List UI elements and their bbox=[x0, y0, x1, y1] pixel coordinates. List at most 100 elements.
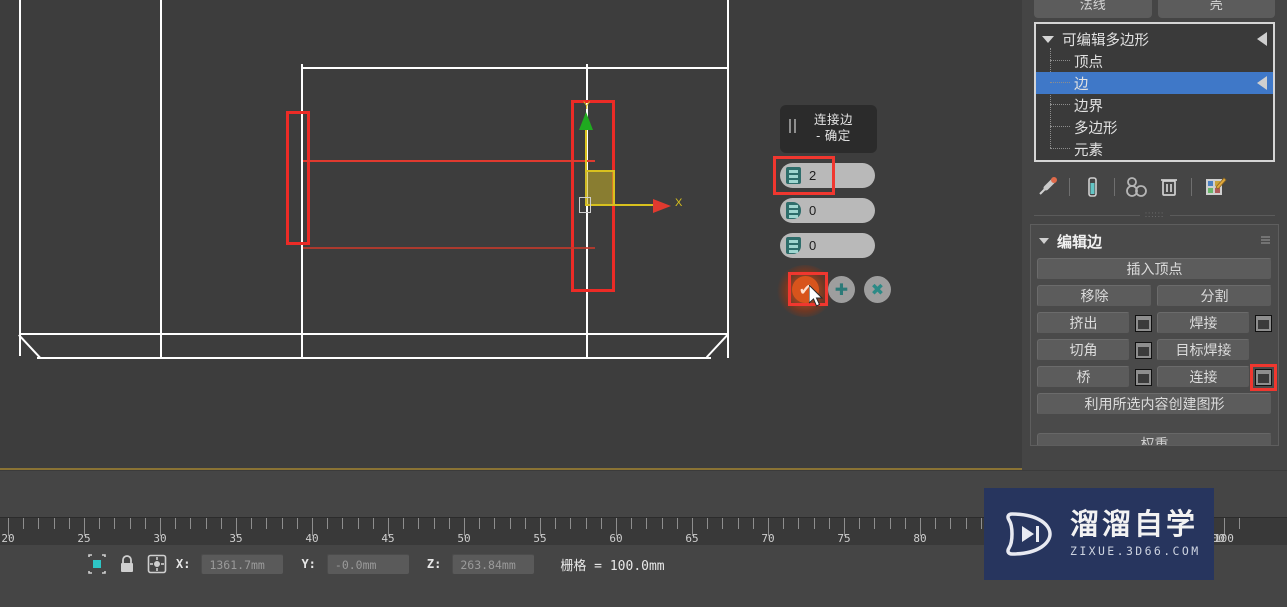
pinch-icon bbox=[786, 202, 801, 219]
wireframe-edge bbox=[18, 334, 41, 358]
caret-left-icon[interactable] bbox=[1257, 32, 1267, 46]
ruler-tick bbox=[68, 518, 70, 529]
chevron-down-icon[interactable] bbox=[1042, 35, 1054, 43]
ruler-label: 55 bbox=[533, 532, 547, 545]
rollout-row: 移除 分割 bbox=[1037, 285, 1272, 307]
weld-button[interactable]: 焊接 bbox=[1157, 312, 1250, 334]
ruler-tick bbox=[980, 518, 982, 529]
ruler-label: 45 bbox=[381, 532, 395, 545]
x-coordinate-field[interactable]: 1361.7mm bbox=[201, 554, 284, 574]
create-shape-from-selection-button[interactable]: 利用所选内容创建图形 bbox=[1037, 393, 1272, 415]
slide-icon bbox=[786, 237, 801, 254]
segments-spinner[interactable]: 2 bbox=[780, 163, 875, 188]
sub-object-vertex[interactable]: 顶点 bbox=[1036, 50, 1273, 72]
modifier-button-shell[interactable]: 壳 bbox=[1157, 0, 1275, 18]
sub-object-element[interactable]: 元素 bbox=[1036, 138, 1273, 160]
pin-stack-icon[interactable] bbox=[1034, 175, 1060, 199]
ruler-tick bbox=[813, 518, 815, 529]
sub-object-polygon[interactable]: 多边形 bbox=[1036, 116, 1273, 138]
bridge-button[interactable]: 桥 bbox=[1037, 366, 1130, 388]
rollout-header[interactable]: 编辑边 bbox=[1037, 229, 1272, 253]
selection-lock-icon[interactable] bbox=[86, 553, 108, 575]
sub-object-border[interactable]: 边界 bbox=[1036, 94, 1273, 116]
connect-settings-icon[interactable] bbox=[1250, 363, 1277, 391]
annotation-rect-left bbox=[286, 111, 310, 245]
transform-gizmo[interactable]: Y X bbox=[575, 100, 695, 220]
lock-icon[interactable] bbox=[116, 553, 138, 575]
modifier-stack-root[interactable]: 可编辑多边形 bbox=[1036, 28, 1273, 50]
ruler-tick bbox=[585, 518, 587, 529]
ruler-tick bbox=[281, 518, 283, 529]
annotation-line-bottom bbox=[303, 247, 595, 249]
ruler-tick bbox=[889, 518, 891, 529]
gizmo-y-arrow-icon[interactable] bbox=[579, 112, 593, 130]
modifier-stack[interactable]: 可编辑多边形 顶点 边 边界 多边形 元素 bbox=[1034, 22, 1275, 162]
extrude-settings-icon[interactable] bbox=[1135, 314, 1152, 332]
edit-edges-rollout: 编辑边 插入顶点 移除 分割 挤出 焊接 切角 目标焊接 桥 连接 利用所选内容… bbox=[1030, 224, 1279, 446]
configure-modifier-sets-icon[interactable] bbox=[1201, 175, 1227, 199]
ruler-label: 35 bbox=[229, 532, 243, 545]
x-axis-label: X: bbox=[176, 557, 191, 571]
connect-edges-caddy[interactable]: 连接边 - 确定 2 0 0 ✔ ✚ ✖ bbox=[773, 105, 892, 317]
remove-button[interactable]: 移除 bbox=[1037, 285, 1152, 307]
viewport[interactable]: Y X 连接边 - 确定 2 0 0 ✔ ✚ ✖ bbox=[0, 0, 1022, 470]
chamfer-settings-icon[interactable] bbox=[1135, 341, 1152, 359]
z-coordinate-field[interactable]: 263.84mm bbox=[452, 554, 535, 574]
chamfer-button[interactable]: 切角 bbox=[1037, 339, 1130, 361]
toolbar-separator bbox=[1191, 178, 1192, 196]
panel-divider: :::::: bbox=[1034, 210, 1275, 220]
ruler-tick bbox=[570, 518, 572, 529]
target-weld-button[interactable]: 目标焊接 bbox=[1157, 339, 1250, 361]
pinch-value: 0 bbox=[809, 203, 817, 218]
viewport-active-border bbox=[0, 468, 1022, 470]
ruler-tick bbox=[296, 518, 298, 529]
gizmo-x-arrow-icon[interactable] bbox=[653, 199, 671, 213]
rollout-row: 挤出 焊接 bbox=[1037, 312, 1272, 334]
caret-left-icon[interactable] bbox=[1257, 76, 1267, 90]
make-unique-icon[interactable] bbox=[1124, 175, 1150, 199]
ruler-label: 20 bbox=[1, 532, 15, 545]
apply-button[interactable]: ✚ bbox=[828, 276, 855, 303]
ruler-label: 70 bbox=[761, 532, 775, 545]
weld-settings-icon[interactable] bbox=[1255, 314, 1272, 332]
rollout-row: 切角 目标焊接 bbox=[1037, 339, 1272, 361]
caddy-drag-handle-icon[interactable] bbox=[789, 119, 796, 133]
slide-spinner[interactable]: 0 bbox=[780, 233, 875, 258]
y-coordinate-field[interactable]: -0.0mm bbox=[326, 554, 409, 574]
ruler-tick bbox=[646, 518, 648, 529]
cancel-button[interactable]: ✖ bbox=[864, 276, 891, 303]
wireframe-edge bbox=[19, 333, 729, 335]
split-button[interactable]: 分割 bbox=[1157, 285, 1272, 307]
rollout-cut-off-row: 权重 bbox=[1037, 433, 1272, 445]
pinch-spinner[interactable]: 0 bbox=[780, 198, 875, 223]
divider-grip-icon[interactable]: :::::: bbox=[1139, 210, 1170, 220]
insert-vertex-button[interactable]: 插入顶点 bbox=[1037, 258, 1272, 280]
3dsmax-window: Y X 连接边 - 确定 2 0 0 ✔ ✚ ✖ 法线 壳 可编辑多边形 顶点 … bbox=[0, 0, 1287, 607]
rollout-title: 编辑边 bbox=[1057, 233, 1103, 251]
ruler-tick bbox=[1239, 518, 1241, 529]
ruler-tick bbox=[403, 518, 405, 529]
absolute-mode-icon[interactable] bbox=[146, 553, 168, 575]
ruler-tick bbox=[783, 518, 785, 529]
bridge-settings-icon[interactable] bbox=[1135, 368, 1152, 386]
show-end-result-icon[interactable] bbox=[1079, 175, 1105, 199]
ruler-tick bbox=[722, 518, 724, 529]
ruler-tick bbox=[859, 518, 861, 529]
ruler-tick bbox=[631, 518, 633, 529]
gizmo-center-handle[interactable] bbox=[579, 197, 591, 213]
sub-object-edge[interactable]: 边 bbox=[1036, 72, 1273, 94]
ruler-tick bbox=[418, 518, 420, 529]
extrude-button[interactable]: 挤出 bbox=[1037, 312, 1130, 334]
ruler-tick bbox=[707, 518, 709, 529]
wireframe-edge bbox=[706, 334, 729, 358]
ruler-tick bbox=[752, 518, 754, 529]
weight-label[interactable]: 权重 bbox=[1037, 433, 1272, 445]
remove-modifier-icon[interactable] bbox=[1156, 175, 1182, 199]
watermark-subtitle: ZIXUE.3D66.COM bbox=[1070, 543, 1201, 558]
wireframe-edge bbox=[301, 67, 728, 69]
connect-button[interactable]: 连接 bbox=[1157, 366, 1250, 388]
ruler-label: 30 bbox=[153, 532, 167, 545]
modifier-button-normal[interactable]: 法线 bbox=[1034, 0, 1152, 18]
ruler-label: 25 bbox=[77, 532, 91, 545]
chevron-down-icon[interactable] bbox=[1039, 238, 1049, 244]
